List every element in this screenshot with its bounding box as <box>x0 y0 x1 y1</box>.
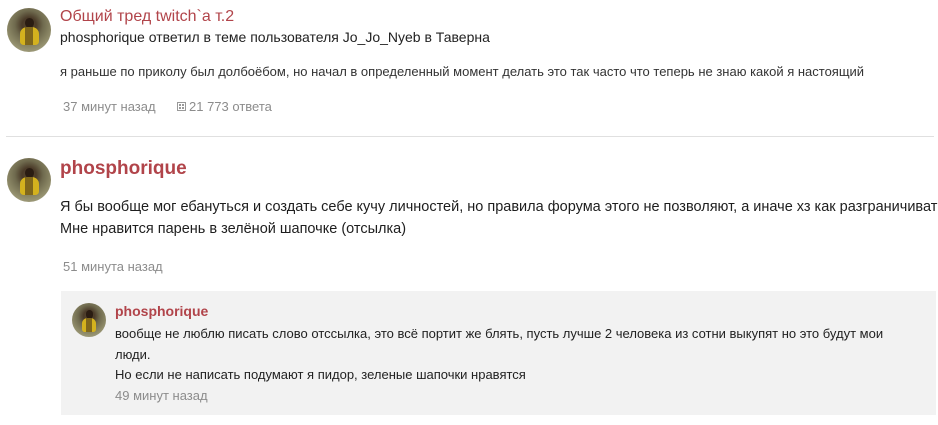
activity-author-link[interactable]: phosphorique <box>60 29 145 45</box>
comment-text-line-1: вообще не люблю писать слово отссылка, э… <box>115 326 884 341</box>
activity-in-text: в <box>424 29 432 45</box>
avatar-figure-body <box>20 27 39 45</box>
activity-excerpt[interactable]: я раньше по приколу был долбоёбом, но на… <box>60 64 864 79</box>
comment-text-line-3: Но если не написать подумают я пидор, зе… <box>115 367 526 382</box>
activity-summary: phosphorique ответил в теме пользователя… <box>60 29 490 45</box>
post-avatar[interactable] <box>7 158 51 202</box>
activity-replies-count: 21 773 ответа <box>189 99 272 114</box>
activity-action-text: ответил в теме пользователя <box>148 29 339 45</box>
comment-avatar[interactable] <box>72 303 106 337</box>
post-text-line-1: Я бы вообще мог ебануться и создать себе… <box>60 199 938 215</box>
thread-title-link[interactable]: Общий тред twitch`а т.2 <box>60 8 234 26</box>
comment-text-line-2: люди. <box>115 347 151 362</box>
activity-avatar[interactable] <box>7 8 51 52</box>
post-author[interactable]: phosphorique <box>60 158 187 180</box>
comments-icon <box>177 102 186 111</box>
avatar-figure-body <box>82 317 97 332</box>
post-time[interactable]: 51 минута назад <box>63 259 163 274</box>
comment-author[interactable]: phosphorique <box>115 303 208 319</box>
comment-time[interactable]: 49 минут назад <box>115 388 208 403</box>
forum-link[interactable]: Таверна <box>436 29 490 45</box>
activity-replies: 21 773 ответа <box>177 99 272 114</box>
thread-owner-link[interactable]: Jo_Jo_Nyeb <box>343 29 421 45</box>
activity-time[interactable]: 37 минут назад <box>63 99 156 114</box>
divider <box>6 136 934 137</box>
avatar-figure-body <box>20 177 39 195</box>
post-text-line-2: Мне нравится парень в зелёной шапочке (о… <box>60 221 407 237</box>
